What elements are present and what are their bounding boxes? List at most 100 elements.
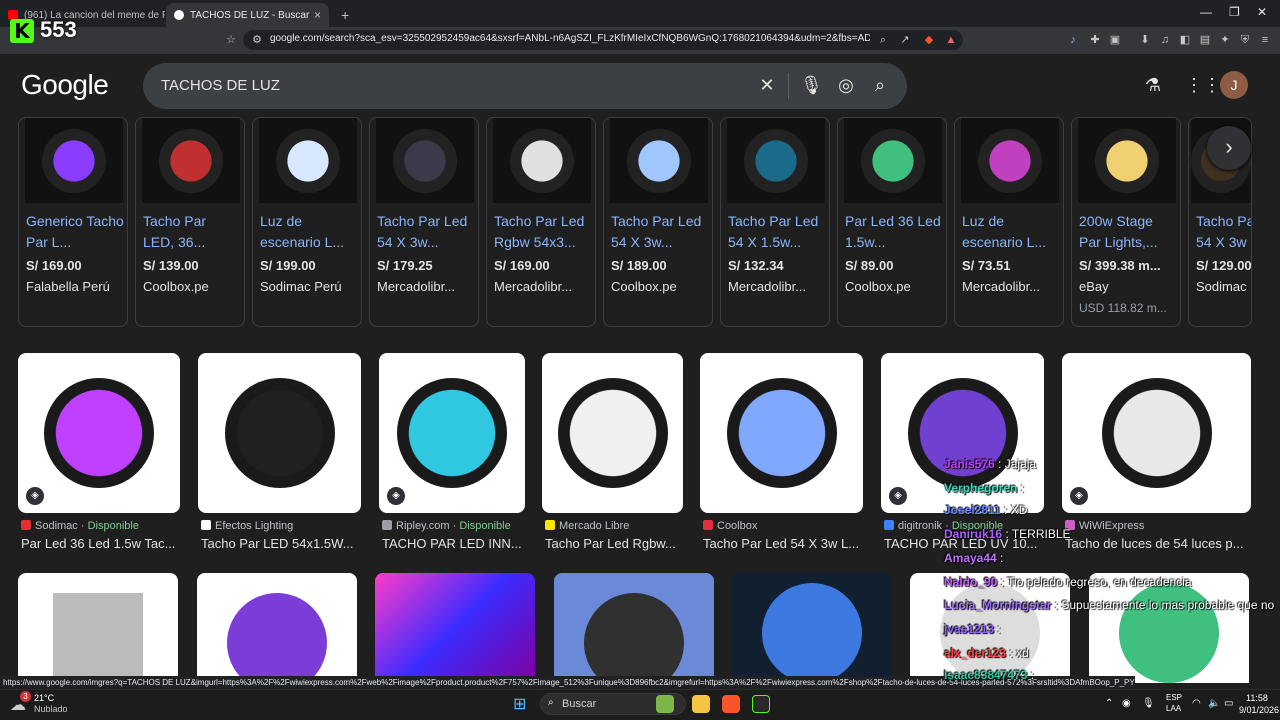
- microphone-icon[interactable]: 🎙: [1142, 698, 1155, 709]
- windows-start-icon[interactable]: ⊞: [513, 694, 526, 714]
- shopping-card[interactable]: Tacho Par LED, 36... S/ 139.00 Coolbox.pe: [135, 117, 245, 327]
- result-title[interactable]: Tacho Par LED 54x1.5W...: [201, 536, 364, 551]
- product-title[interactable]: Tacho Par L... 54 X 3w L...: [1196, 211, 1251, 253]
- shopping-card[interactable]: Tacho Par Led 54 X 1.5w... S/ 132.34 Merca…: [720, 117, 830, 327]
- streaming-app-icon[interactable]: [752, 695, 770, 713]
- result-image-row3-5[interactable]: [732, 573, 892, 683]
- result-image[interactable]: [700, 353, 863, 513]
- weather-temperature[interactable]: 21°C: [34, 693, 54, 703]
- network-icon[interactable]: ◉: [1122, 698, 1131, 709]
- product-title[interactable]: Tacho Par Led 54 X 3w...: [611, 211, 709, 253]
- file-explorer-icon[interactable]: [692, 695, 710, 713]
- result-source[interactable]: Sodimac · Disponible: [21, 520, 139, 532]
- result-image-row3-3[interactable]: [375, 573, 535, 683]
- url-text[interactable]: google.com/search?sca_esv=325502952459ac…: [270, 33, 870, 44]
- product-title[interactable]: Tacho Par Led Rgbw 54x3...: [494, 211, 592, 253]
- clock-time[interactable]: 11:58: [1246, 693, 1268, 703]
- apps-grid-icon[interactable]: ⋮⋮: [1185, 75, 1221, 95]
- shopping-card[interactable]: 200w Stage Par Lights,... S/ 399.38 m... e…: [1071, 117, 1181, 327]
- product-title[interactable]: Generico Tacho Par L...: [26, 211, 124, 253]
- leo-ai-icon[interactable]: ✦: [1218, 33, 1232, 47]
- taskbar-search-label[interactable]: Buscar: [562, 698, 596, 710]
- clear-search-icon[interactable]: ✕: [757, 75, 777, 95]
- result-title[interactable]: Tacho Par Led Rgbw...: [545, 536, 686, 551]
- product-image[interactable]: [727, 118, 825, 203]
- close-window-icon[interactable]: ✕: [1257, 5, 1267, 19]
- shopping-card[interactable]: Luz de escenario L... S/ 199.00 Sodimac Pe…: [252, 117, 362, 327]
- result-source[interactable]: WiWiExpress: [1065, 520, 1144, 532]
- result-image[interactable]: [198, 353, 361, 513]
- search-icon[interactable]: ⌕: [870, 75, 890, 95]
- product-title[interactable]: Tacho Par Led 54 X 1.5w...: [728, 211, 826, 253]
- download-icon[interactable]: ⬇: [1138, 33, 1152, 47]
- zoom-icon[interactable]: ⌕: [876, 33, 890, 47]
- result-image[interactable]: ◈: [379, 353, 525, 513]
- result-image-row3-7[interactable]: [1089, 573, 1249, 683]
- product-title[interactable]: 200w Stage Par Lights,...: [1079, 211, 1177, 253]
- product-title[interactable]: Par Led 36 Led 1.5w...: [845, 211, 943, 253]
- result-image-row3-2[interactable]: [197, 573, 357, 683]
- wifi-icon[interactable]: ◠: [1192, 698, 1201, 709]
- product-title[interactable]: Tacho Par Led 54 X 3w...: [377, 211, 475, 253]
- result-source[interactable]: Mercado Libre: [545, 520, 629, 532]
- product-image[interactable]: [376, 118, 474, 203]
- result-title[interactable]: Tacho Par Led 54 X 3w L...: [703, 536, 866, 551]
- input-layout[interactable]: LAA: [1166, 704, 1181, 713]
- share-icon[interactable]: ↗: [898, 33, 912, 47]
- menu-icon[interactable]: ≡: [1258, 33, 1272, 47]
- vpn-icon[interactable]: ⛨: [1238, 33, 1252, 47]
- shopping-card[interactable]: Luz de escenario L... S/ 73.51 Mercadolibr…: [954, 117, 1064, 327]
- widgets-icon[interactable]: [656, 695, 674, 713]
- site-info-icon[interactable]: ⚙: [250, 33, 264, 47]
- new-tab-button[interactable]: +: [333, 3, 353, 27]
- shopping-card[interactable]: Par Led 36 Led 1.5w... S/ 89.00 Coolbox.pe: [837, 117, 947, 327]
- product-title[interactable]: Luz de escenario L...: [260, 211, 358, 253]
- result-source[interactable]: Ripley.com · Disponible: [382, 520, 511, 532]
- product-title[interactable]: Luz de escenario L...: [962, 211, 1060, 253]
- shopping-card[interactable]: Tacho Par Led 54 X 3w... S/ 189.00 Coolbox…: [603, 117, 713, 327]
- weather-description[interactable]: Nublado: [34, 704, 68, 714]
- shopping-card[interactable]: Tacho Par Led 54 X 3w... S/ 179.25 Mercado…: [369, 117, 479, 327]
- product-image[interactable]: [493, 118, 591, 203]
- close-tab-icon[interactable]: ×: [314, 8, 321, 22]
- product-image[interactable]: [961, 118, 1059, 203]
- tray-overflow-icon[interactable]: ⌃: [1105, 698, 1113, 709]
- carousel-next-button[interactable]: ›: [1207, 126, 1251, 170]
- bookmark-icon[interactable]: ☆: [224, 33, 238, 47]
- media-icon[interactable]: ♫: [1158, 33, 1172, 47]
- labs-flask-icon[interactable]: ⚗: [1143, 75, 1163, 95]
- product-image[interactable]: [142, 118, 240, 203]
- result-title[interactable]: Tacho de luces de 54 luces p...: [1065, 536, 1254, 551]
- result-image[interactable]: ◈: [18, 353, 180, 513]
- clock-date[interactable]: 9/01/2026: [1239, 705, 1279, 715]
- brave-rewards-icon[interactable]: ▲: [944, 33, 958, 47]
- minimize-icon[interactable]: —: [1200, 5, 1212, 19]
- sidebar-icon[interactable]: ◧: [1178, 33, 1192, 47]
- brave-shields-icon[interactable]: ◆: [922, 33, 936, 47]
- tab-google-search[interactable]: TACHOS DE LUZ - Buscar con Go ×: [166, 3, 329, 27]
- audio-playing-icon[interactable]: ♪: [1066, 33, 1080, 47]
- result-image[interactable]: [542, 353, 683, 513]
- volume-icon[interactable]: 🔈: [1208, 698, 1220, 709]
- screenshot-icon[interactable]: ▣: [1108, 33, 1122, 47]
- input-language[interactable]: ESP: [1166, 693, 1182, 702]
- voice-search-icon[interactable]: 🎙: [800, 75, 823, 95]
- shopping-card[interactable]: Generico Tacho Par L... S/ 169.00 Falabell…: [18, 117, 128, 327]
- restore-icon[interactable]: ❐: [1229, 5, 1240, 19]
- lens-search-icon[interactable]: ◎: [836, 75, 856, 95]
- shopping-card[interactable]: Tacho Par Led Rgbw 54x3... S/ 169.00 Merca…: [486, 117, 596, 327]
- extensions-icon[interactable]: ✚: [1088, 33, 1102, 47]
- search-input[interactable]: TACHOS DE LUZ: [161, 77, 280, 94]
- product-image[interactable]: [610, 118, 708, 203]
- result-image-row3-1[interactable]: [18, 573, 178, 683]
- result-title[interactable]: Par Led 36 Led 1.5w Tac...: [21, 536, 183, 551]
- product-image[interactable]: [25, 118, 123, 203]
- google-logo[interactable]: Google: [21, 69, 109, 101]
- wallet-icon[interactable]: ▤: [1198, 33, 1212, 47]
- brave-browser-icon[interactable]: [722, 695, 740, 713]
- result-source[interactable]: Efectos Lighting: [201, 520, 293, 532]
- product-title[interactable]: Tacho Par LED, 36...: [143, 211, 241, 253]
- battery-icon[interactable]: ▭: [1224, 698, 1233, 709]
- product-image[interactable]: [259, 118, 357, 203]
- result-image[interactable]: ◈: [1062, 353, 1251, 513]
